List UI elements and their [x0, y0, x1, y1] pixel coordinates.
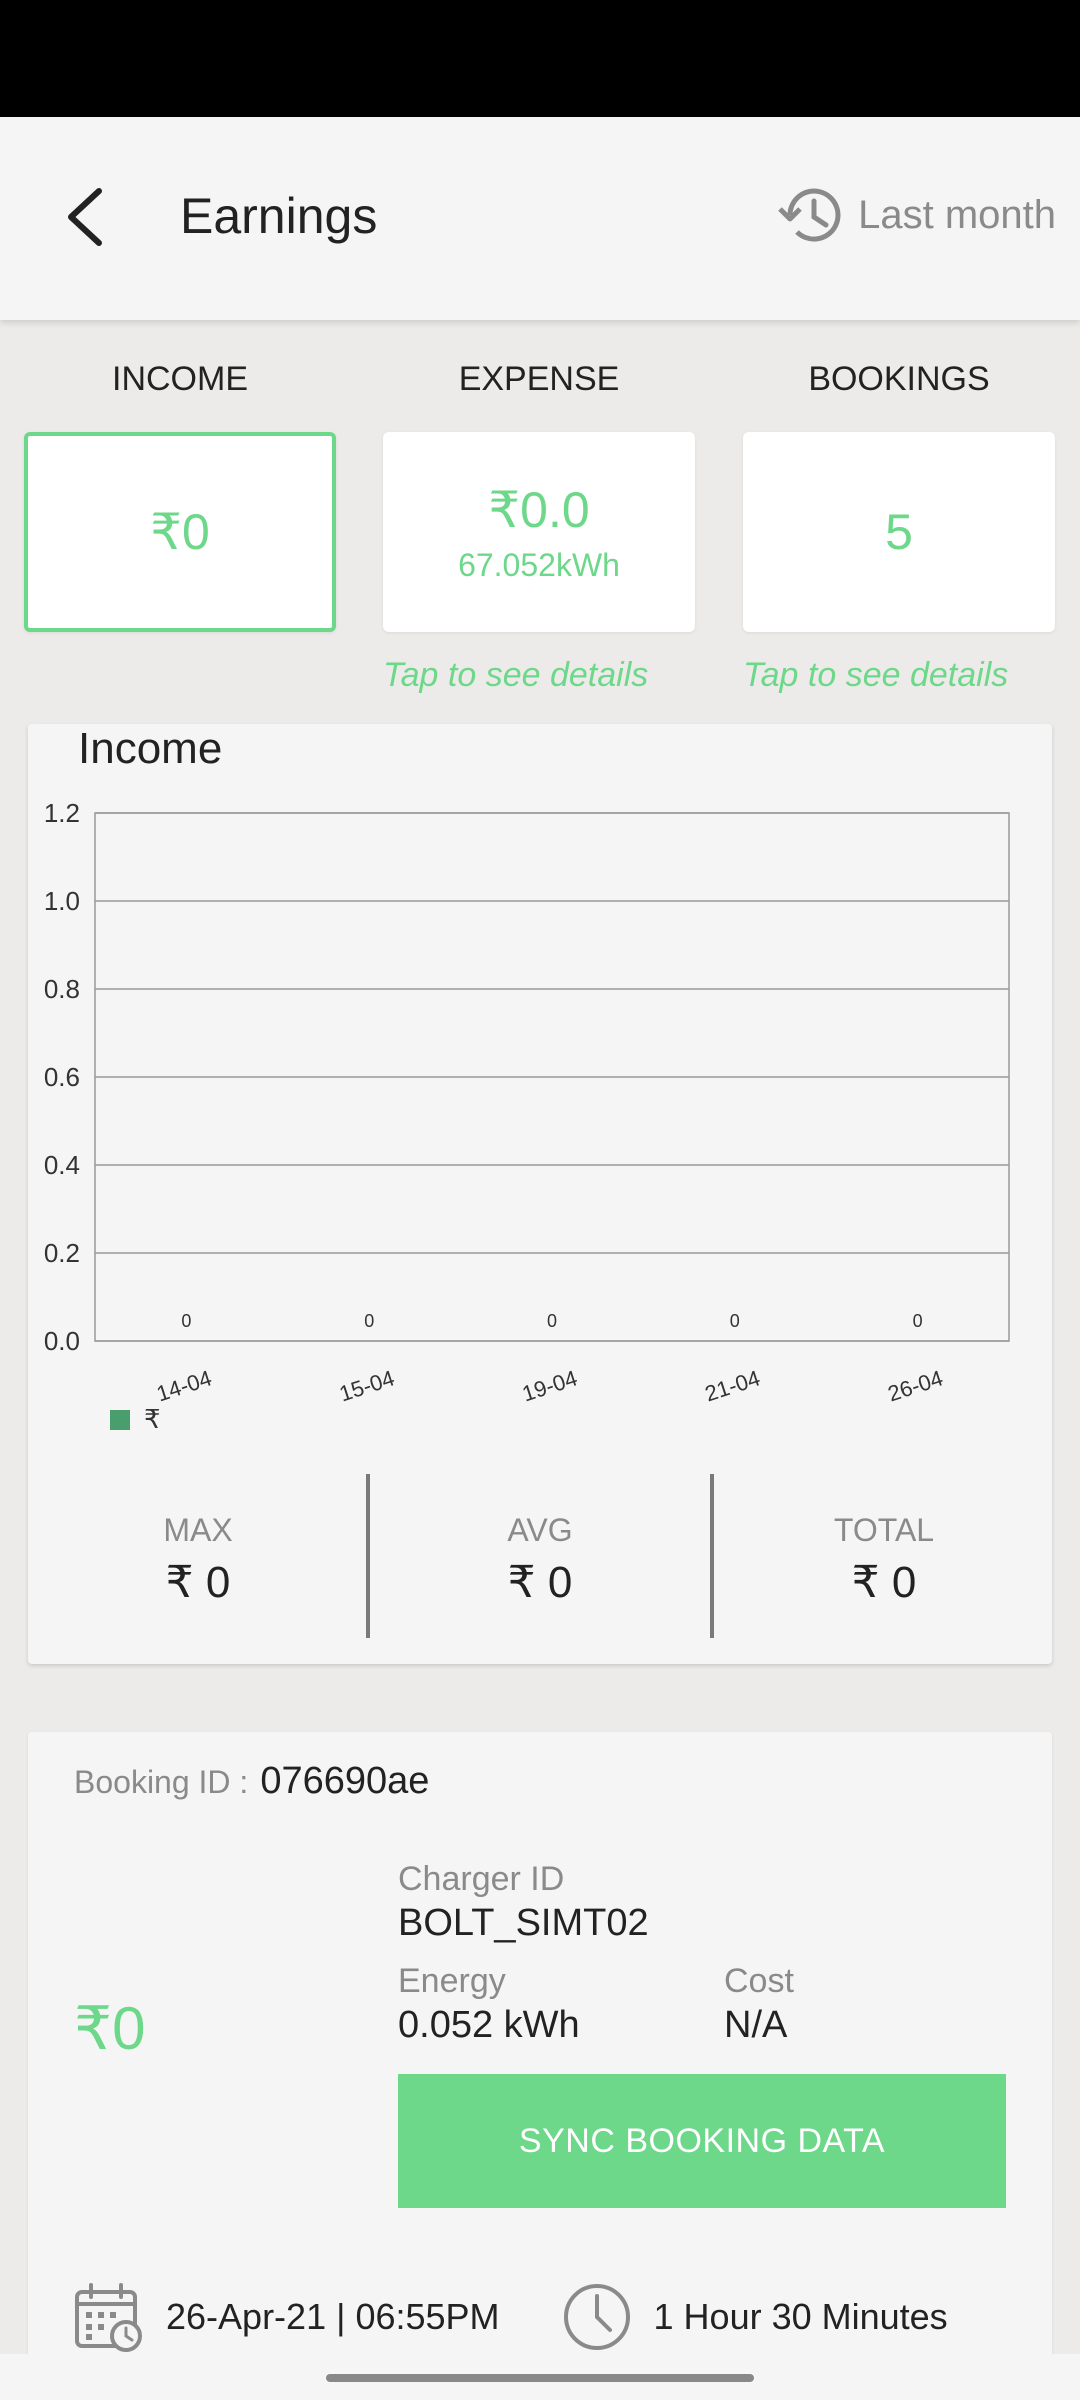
expense-energy: 67.052kWh	[458, 546, 620, 583]
income-chart: 0.0 0.2 0.4 0.6 0.8 1.0 1.2 0 14-04 0 15-04 0 19-04 0…	[44, 798, 1010, 1406]
y-tick-label: 0.6	[44, 1062, 80, 1092]
clock-icon	[563, 2284, 630, 2350]
y-tick-label: 0.4	[44, 1150, 80, 1180]
period-label: Last month	[858, 192, 1056, 237]
bar-value-label: 0	[181, 1311, 191, 1331]
bookings-value: 5	[885, 504, 913, 560]
cost-label: Cost	[724, 1962, 794, 2000]
stat-max-label: MAX	[163, 1512, 233, 1548]
cost-value: N/A	[724, 2004, 788, 2046]
income-heading: INCOME	[112, 360, 248, 398]
booking-datetime: 26-Apr-21 | 06:55PM	[74, 2282, 500, 2352]
charger-id-label: Charger ID	[398, 1860, 565, 1898]
expense-value: ₹0.0	[488, 481, 590, 538]
page-title: Earnings	[180, 188, 378, 244]
bookings-card[interactable]: 5	[743, 432, 1055, 632]
stat-max-value: ₹ 0	[165, 1558, 231, 1607]
y-tick-label: 1.0	[44, 886, 80, 916]
stat-avg: AVG ₹ 0	[370, 1474, 710, 1644]
history-icon	[778, 188, 841, 242]
app-bar: Earnings Last month	[0, 117, 1080, 320]
y-tick-label: 1.2	[44, 798, 80, 828]
back-button[interactable]	[50, 177, 120, 257]
energy-value: 0.052 kWh	[398, 2004, 580, 2046]
expense-details-link[interactable]: Tap to see details	[383, 656, 695, 695]
period-selector-button[interactable]: Last month	[776, 183, 1056, 247]
stat-total-value: ₹ 0	[851, 1558, 917, 1607]
booking-id-row: Booking ID : 076690ae	[74, 1760, 429, 1803]
stat-total-label: TOTAL	[833, 1512, 935, 1548]
bar-value-label: 0	[730, 1311, 740, 1331]
stat-total: TOTAL ₹ 0	[714, 1474, 1054, 1644]
booking-duration: 1 Hour 30 Minutes	[562, 2282, 948, 2352]
legend-swatch	[110, 1409, 130, 1430]
stat-avg-label: AVG	[507, 1512, 573, 1548]
bar-value-label: 0	[547, 1311, 557, 1331]
chart-legend: ₹	[110, 1404, 161, 1435]
energy-label: Energy	[398, 1962, 506, 2000]
stat-max: MAX ₹ 0	[28, 1474, 368, 1644]
x-tick-label: 15-04	[336, 1365, 397, 1406]
bar-value-label: 0	[913, 1311, 923, 1331]
income-value: ₹0	[150, 504, 210, 560]
sync-booking-data-button[interactable]: SYNC BOOKING DATA	[398, 2074, 1006, 2208]
booking-datetime-text: 26-Apr-21 | 06:55PM	[166, 2296, 500, 2337]
y-tick-label: 0.8	[44, 974, 80, 1004]
back-arrow-icon	[68, 188, 102, 246]
booking-duration-text: 1 Hour 30 Minutes	[653, 2296, 948, 2337]
x-tick-label: 14-04	[153, 1365, 214, 1406]
calendar-clock-icon	[75, 2283, 142, 2352]
booking-id-label: Booking ID :	[74, 1764, 249, 1800]
x-tick-label: 21-04	[702, 1365, 763, 1406]
y-tick-label: 0.0	[44, 1326, 80, 1356]
bar-value-label: 0	[364, 1311, 374, 1331]
bookings-summary: BOOKINGS 5 Tap to see details	[743, 360, 1055, 694]
charger-id-value: BOLT_SIMT02	[398, 1902, 649, 1944]
booking-card[interactable]: Booking ID : 076690ae ₹0 Charger ID BOLT…	[28, 1732, 1052, 2400]
y-tick-label: 0.2	[44, 1238, 80, 1268]
expense-summary: EXPENSE ₹0.0 67.052kWh Tap to see detail…	[383, 360, 695, 694]
status-bar	[0, 0, 1080, 117]
income-chart-card: Income 0.0 0.2 0.4 0.6 0.8 1.0 1.2 0 14-04 0 15-04…	[28, 724, 1052, 1664]
booking-id-value: 076690ae	[260, 1760, 430, 1802]
bookings-heading: BOOKINGS	[808, 360, 990, 398]
bookings-details-link[interactable]: Tap to see details	[743, 656, 1055, 695]
booking-amount: ₹0	[74, 1995, 146, 2062]
stat-avg-value: ₹ 0	[507, 1558, 573, 1607]
expense-card[interactable]: ₹0.0 67.052kWh	[383, 432, 695, 632]
income-stats: MAX ₹ 0 AVG ₹ 0 TOTAL ₹ 0	[28, 1474, 1052, 1644]
booking-footer: 26-Apr-21 | 06:55PM 1 Hour 30 Minutes	[74, 2282, 948, 2352]
expense-heading: EXPENSE	[458, 360, 620, 398]
income-summary: INCOME ₹0	[24, 360, 336, 632]
income-card[interactable]: ₹0	[24, 432, 336, 632]
x-tick-label: 26-04	[885, 1365, 946, 1406]
home-indicator[interactable]	[326, 2374, 754, 2382]
x-tick-label: 19-04	[519, 1365, 580, 1406]
legend-label: ₹	[144, 1404, 161, 1434]
